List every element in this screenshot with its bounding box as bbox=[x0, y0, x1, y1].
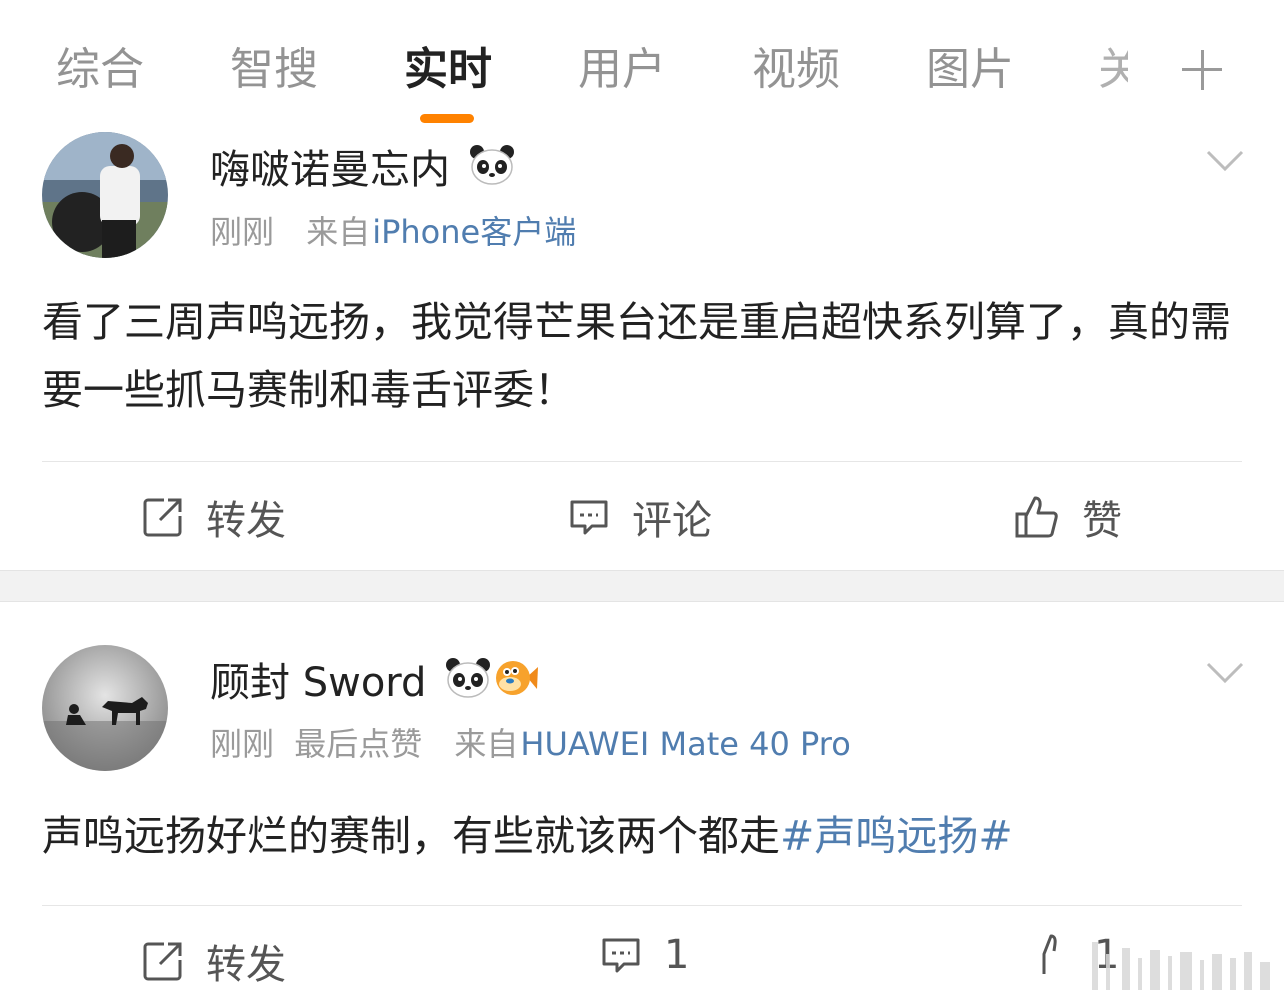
post-source[interactable]: iPhone客户端 bbox=[372, 213, 576, 251]
last-liked-label: 最后点赞 bbox=[294, 725, 423, 763]
chevron-down-icon[interactable] bbox=[1206, 150, 1244, 172]
panda-icon bbox=[469, 144, 515, 201]
post-content: 声鸣远扬好烂的赛制，有些就该两个都走 bbox=[42, 812, 780, 860]
divider bbox=[42, 905, 1242, 906]
repost-button[interactable]: 转发 bbox=[142, 932, 286, 990]
tab-comprehensive[interactable]: 综合 bbox=[56, 40, 144, 100]
like-label: 赞 bbox=[1082, 498, 1122, 544]
avatar-image bbox=[42, 645, 168, 771]
repost-button[interactable]: 转发 bbox=[142, 488, 286, 546]
tab-realtime[interactable]: 实时 bbox=[404, 40, 492, 100]
from-prefix: 来自 bbox=[454, 725, 519, 763]
add-tab-icon[interactable] bbox=[1180, 48, 1224, 92]
comment-button[interactable]: 1 bbox=[600, 932, 689, 978]
thumbs-up-icon bbox=[1015, 496, 1058, 538]
post-content: 看了三周声鸣远扬，我觉得芒果台还是重启超快系列算了，真的需要一些抓马赛制和毒舌评… bbox=[42, 298, 1231, 414]
post-time: 刚刚 bbox=[210, 725, 275, 763]
repost-icon bbox=[143, 498, 182, 537]
divider bbox=[42, 461, 1242, 462]
feed-separator bbox=[0, 570, 1284, 602]
username[interactable]: 嗨啵诺曼忘内 bbox=[210, 147, 450, 193]
avatar-image bbox=[42, 132, 168, 258]
comment-icon bbox=[602, 938, 640, 973]
comment-count: 1 bbox=[664, 932, 690, 978]
username[interactable]: 顾封 Sword bbox=[210, 660, 426, 706]
active-tab-indicator bbox=[420, 114, 474, 123]
avatar[interactable] bbox=[42, 645, 168, 771]
avatar[interactable] bbox=[42, 132, 168, 258]
comment-label: 评论 bbox=[632, 498, 712, 544]
repost-icon bbox=[143, 942, 182, 981]
puffer-fish-icon bbox=[493, 657, 539, 714]
repost-label: 转发 bbox=[206, 942, 286, 988]
chevron-down-icon[interactable] bbox=[1206, 662, 1244, 684]
comment-icon bbox=[570, 500, 608, 535]
tab-images[interactable]: 图片 bbox=[926, 40, 1014, 100]
tab-smart-search[interactable]: 智搜 bbox=[230, 40, 318, 100]
tab-users[interactable]: 用户 bbox=[578, 40, 666, 100]
repost-label: 转发 bbox=[206, 498, 286, 544]
comment-button[interactable]: 评论 bbox=[568, 488, 712, 546]
watermark-logo bbox=[1092, 942, 1270, 990]
panda-icon bbox=[445, 657, 491, 714]
search-tab-bar: 综合 智搜 实时 用户 视频 图片 关 bbox=[0, 0, 1284, 125]
from-prefix: 来自 bbox=[306, 213, 371, 251]
like-button[interactable]: 赞 bbox=[1014, 488, 1122, 546]
tab-overflow[interactable]: 关 bbox=[1098, 40, 1128, 100]
post-source[interactable]: HUAWEI Mate 40 Pro bbox=[520, 725, 850, 763]
tab-videos[interactable]: 视频 bbox=[752, 40, 840, 100]
post-time: 刚刚 bbox=[210, 213, 275, 251]
topic-link[interactable]: #声鸣远扬# bbox=[780, 812, 1013, 860]
